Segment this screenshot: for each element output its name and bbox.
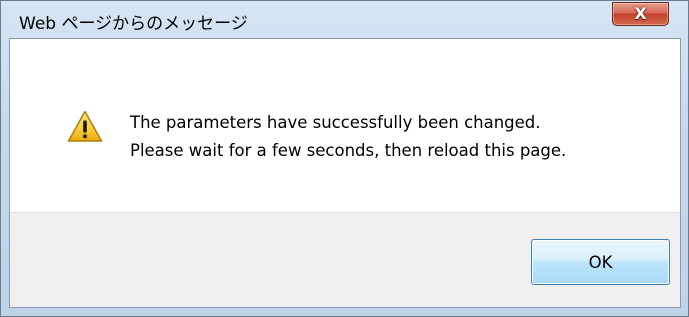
- close-button[interactable]: X: [612, 2, 669, 26]
- close-icon: X: [634, 4, 647, 23]
- warning-icon: [67, 110, 103, 142]
- ok-button[interactable]: OK: [531, 239, 670, 285]
- dialog-titlebar[interactable]: Web ページからのメッセージ X: [1, 1, 688, 38]
- message-area: The parameters have successfully been ch…: [10, 39, 680, 212]
- button-bar: OK: [10, 212, 680, 307]
- dialog-title: Web ページからのメッセージ: [19, 14, 248, 34]
- message-line: Please wait for a few seconds, then relo…: [130, 141, 567, 160]
- message-dialog: Web ページからのメッセージ X The parameters have su…: [0, 0, 689, 317]
- dialog-body: The parameters have successfully been ch…: [9, 38, 681, 308]
- dialog-message: The parameters have successfully been ch…: [130, 109, 566, 165]
- message-line: The parameters have successfully been ch…: [130, 113, 541, 132]
